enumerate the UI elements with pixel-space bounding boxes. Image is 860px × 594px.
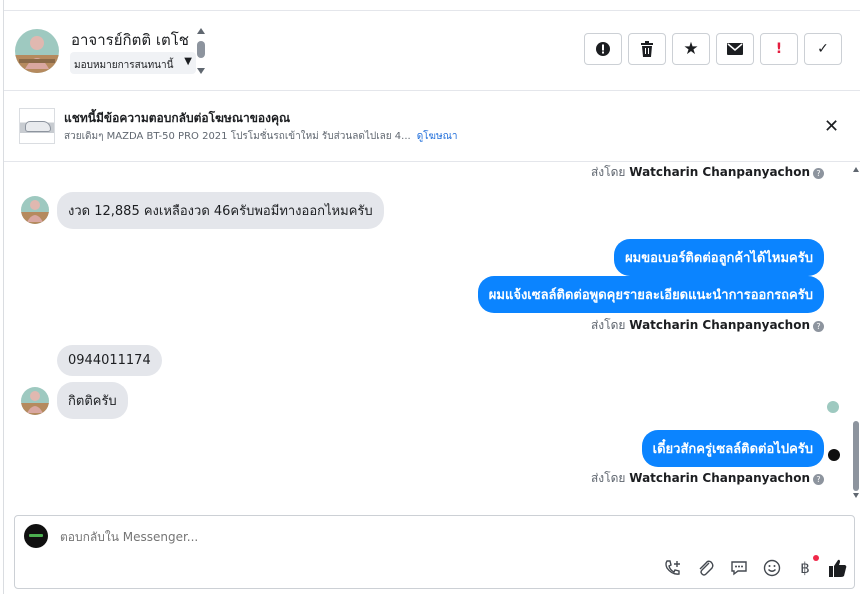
contact-avatar-small — [21, 196, 49, 224]
scroll-thumb[interactable] — [853, 421, 859, 491]
sent-by-label: ส่งโดย Watcharin Chanpanyachon? — [591, 316, 824, 335]
contact-avatar[interactable] — [15, 29, 59, 73]
sender-name: Watcharin Chanpanyachon — [629, 471, 810, 485]
exclamation-icon: ! — [775, 41, 783, 57]
close-icon[interactable]: ✕ — [824, 116, 839, 137]
message-list[interactable]: ส่งโดย Watcharin Chanpanyachon? งวด 12,8… — [4, 163, 853, 503]
baht-payment-icon[interactable]: ฿ — [795, 555, 819, 578]
phone-add-icon[interactable] — [663, 558, 683, 578]
sent-by-label: ส่งโดย Watcharin Chanpanyachon? — [591, 163, 824, 182]
scroll-down-icon[interactable] — [197, 68, 205, 74]
delete-button[interactable] — [628, 33, 666, 65]
sent-by-label: ส่งโดย Watcharin Chanpanyachon? — [591, 469, 824, 488]
mark-spam-button[interactable] — [584, 33, 622, 65]
reply-composer: ฿ — [14, 515, 855, 589]
incoming-message: 0944011174 — [57, 345, 162, 376]
scroll-thumb[interactable] — [197, 41, 205, 58]
info-icon[interactable]: ? — [813, 474, 824, 485]
ad-banner-subtitle: สวยเดิมๆ MAZDA BT-50 PRO 2021 โปรโมชั่นร… — [64, 129, 457, 144]
scroll-up-icon[interactable] — [853, 167, 859, 172]
composer-tools: ฿ — [663, 555, 848, 578]
header-scrollbar[interactable] — [196, 28, 206, 74]
page-avatar — [24, 524, 48, 548]
conversation-header: อาจารย์กิตติ เตโช มอบหมายการสนทนานี้ ▼ ★ — [4, 11, 860, 91]
message-scrollbar[interactable] — [853, 163, 860, 503]
info-icon[interactable]: ? — [813, 168, 824, 179]
header-actions: ★ ! ✓ — [584, 33, 842, 65]
scroll-up-icon[interactable] — [197, 28, 205, 34]
baht-glyph: ฿ — [800, 559, 810, 577]
ad-banner-title: แชทนี้มีข้อความตอบกลับต่อโฆษณาของคุณ — [64, 111, 291, 125]
ad-description: สวยเดิมๆ MAZDA BT-50 PRO 2021 โปรโมชั่นร… — [64, 131, 411, 142]
incoming-message: งวด 12,885 คงเหลืองวด 46ครับพอมีทางออกไห… — [57, 192, 384, 229]
seen-avatar — [827, 401, 839, 413]
scroll-down-icon[interactable] — [853, 493, 859, 498]
view-ad-link[interactable]: ดูโฆษณา — [417, 131, 458, 142]
sent-by-prefix: ส่งโดย — [590, 165, 626, 179]
assign-conversation-dropdown[interactable]: มอบหมายการสนทนานี้ ▼ — [70, 52, 196, 74]
conversation-panel: อาจารย์กิตติ เตโช มอบหมายการสนทนานี้ ▼ ★ — [0, 0, 860, 594]
envelope-icon — [727, 43, 743, 55]
contact-name: อาจารย์กิตติ เตโช — [71, 31, 189, 49]
notification-dot — [813, 555, 819, 561]
trash-icon — [641, 41, 653, 57]
contact-avatar-small — [21, 387, 49, 415]
incoming-message: กิตติครับ — [57, 382, 128, 419]
paperclip-icon[interactable] — [696, 558, 716, 578]
ad-thumbnail[interactable] — [19, 108, 55, 144]
sent-by-prefix: ส่งโดย — [590, 318, 626, 332]
mark-done-button[interactable]: ✓ — [804, 33, 842, 65]
alert-circle-icon — [596, 42, 610, 56]
sender-name: Watcharin Chanpanyachon — [629, 165, 810, 179]
check-icon: ✓ — [817, 41, 829, 57]
assign-label: มอบหมายการสนทนานี้ — [74, 60, 174, 71]
emoji-icon[interactable] — [762, 558, 782, 578]
sent-by-prefix: ส่งโดย — [590, 471, 626, 485]
outgoing-message: เดี๋ยวสักครู่เซลล์ติดต่อไปครับ — [641, 430, 824, 467]
mark-unread-button[interactable] — [716, 33, 754, 65]
star-icon: ★ — [683, 39, 699, 59]
thumbs-up-icon[interactable] — [828, 558, 848, 578]
ad-reply-banner: แชทนี้มีข้อความตอบกลับต่อโฆษณาของคุณ สวย… — [4, 92, 860, 162]
saved-reply-icon[interactable] — [729, 558, 749, 578]
star-button[interactable]: ★ — [672, 33, 710, 65]
delivered-avatar — [828, 449, 840, 461]
reply-input[interactable] — [60, 530, 760, 544]
outgoing-message: ผมแจ้งเซลล์ติดต่อพูดคุยรายละเอียดแนะนำกา… — [477, 276, 824, 313]
outgoing-message: ผมขอเบอร์ติดต่อลูกค้าได้ไหมครับ — [614, 239, 824, 276]
car-image-icon — [25, 121, 51, 132]
info-icon[interactable]: ? — [813, 321, 824, 332]
caret-down-icon: ▼ — [184, 56, 192, 67]
sender-name: Watcharin Chanpanyachon — [629, 318, 810, 332]
follow-up-button[interactable]: ! — [760, 33, 798, 65]
